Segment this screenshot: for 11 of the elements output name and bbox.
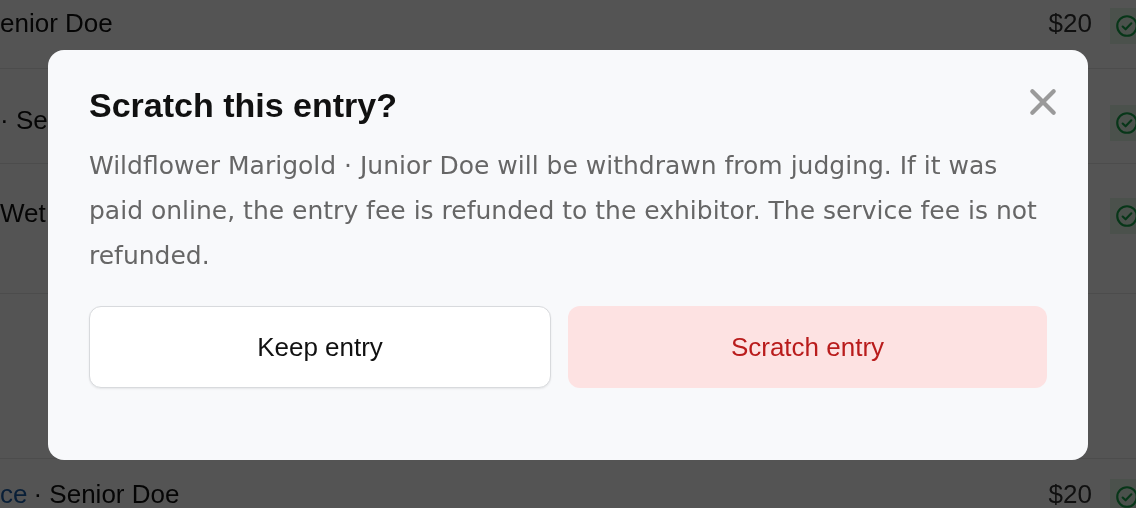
scratch-button[interactable]: Scratch entry <box>568 306 1047 388</box>
dialog-message: Wildflower Marigold · Junior Doe will be withdrawn from judging. If it was paid online, the entry fee is refunded to the exhibitor. The service fee is not refunded. <box>89 150 1038 272</box>
keep-button[interactable]: Keep entry <box>89 306 551 388</box>
entry-name: enior Doe <box>0 8 113 39</box>
dialog-title: Scratch this entry? <box>89 86 397 125</box>
entry-name: Wet <box>0 198 46 229</box>
entry-fee: $20 <box>1048 8 1092 39</box>
entry-name: · Senior Doe <box>33 479 180 508</box>
entry-fee: $20 <box>1048 479 1092 508</box>
entry-name: · Se <box>0 105 48 136</box>
close-icon[interactable] <box>1027 86 1059 118</box>
